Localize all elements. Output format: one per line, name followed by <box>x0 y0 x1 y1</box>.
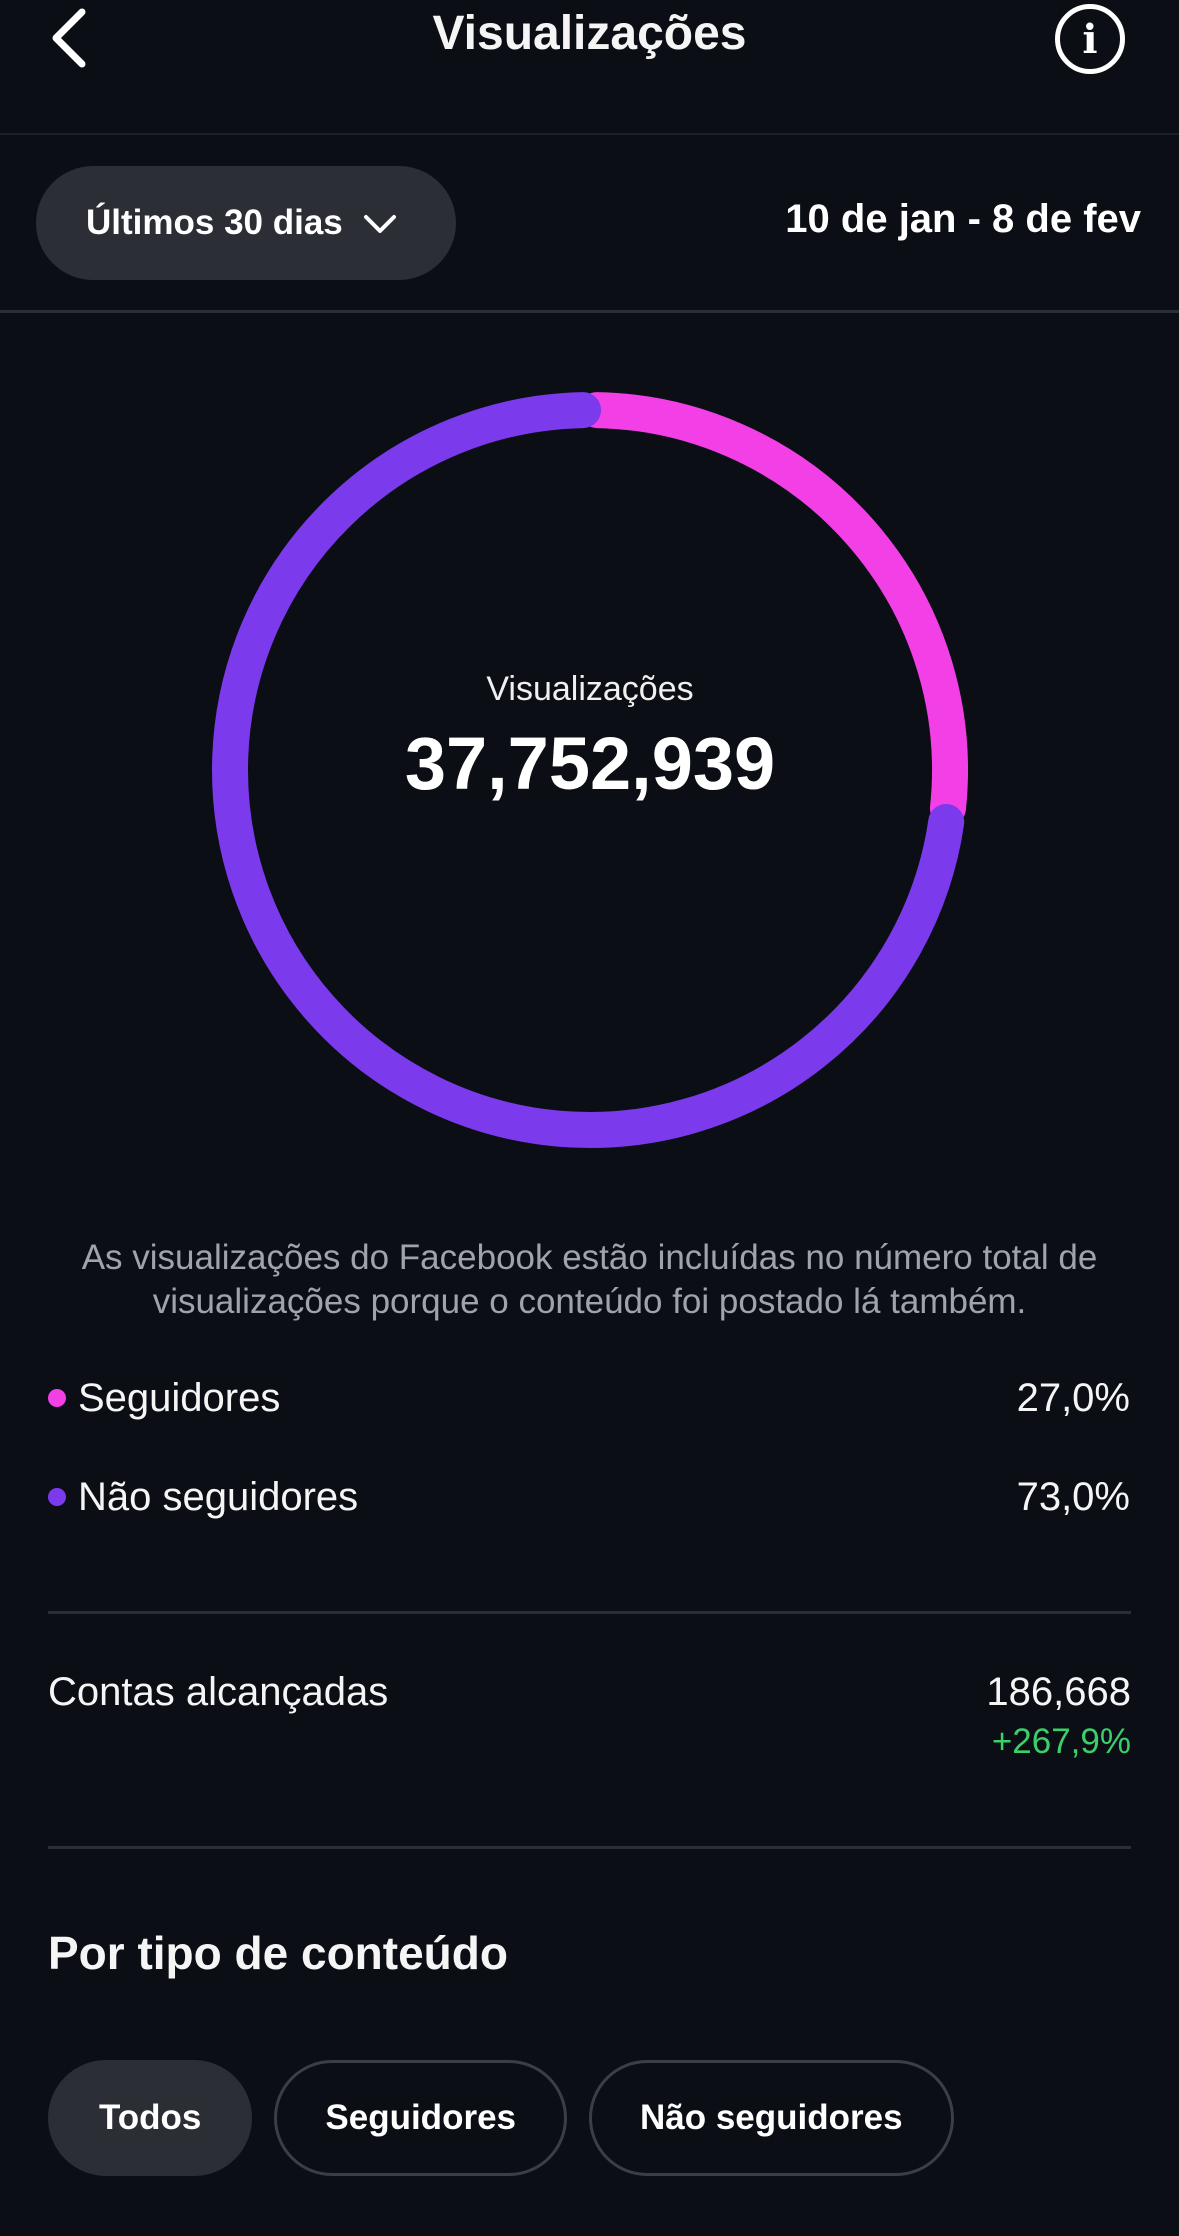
legend-row-non-followers: Não seguidores 73,0% <box>48 1467 1130 1527</box>
section-title: Por tipo de conteúdo <box>48 1927 508 1979</box>
chip-non-followers[interactable]: Não seguidores <box>589 2060 954 2176</box>
page-title: Visualizações <box>432 7 747 60</box>
period-dropdown[interactable]: Últimos 30 dias <box>36 166 456 280</box>
legend-value-non-followers: 73,0% <box>1016 1474 1130 1519</box>
donut-label: Visualizações <box>486 670 694 708</box>
views-donut-chart: Visualizações 37,752,939 <box>210 390 970 1150</box>
chip-followers[interactable]: Seguidores <box>274 2060 567 2176</box>
date-range: 10 de jan - 8 de fev <box>785 197 1141 241</box>
info-icon: i <box>1082 15 1098 63</box>
period-label: Últimos 30 dias <box>86 203 343 242</box>
info-button[interactable]: i <box>1055 4 1125 74</box>
legend-label-non-followers: Não seguidores <box>78 1474 359 1519</box>
donut-center: Visualizações 37,752,939 <box>210 670 970 806</box>
filter-row: Últimos 30 dias 10 de jan - 8 de fev <box>0 135 1179 313</box>
top-bar: Visualizações i <box>0 0 1179 135</box>
accounts-reached-label: Contas alcançadas <box>48 1670 389 1714</box>
legend-value-followers: 27,0% <box>1016 1375 1130 1420</box>
chip-all[interactable]: Todos <box>48 2060 253 2176</box>
chevron-down-icon <box>363 203 397 243</box>
divider <box>48 1846 1131 1849</box>
facebook-note: As visualizações do Facebook estão inclu… <box>81 1238 1098 1321</box>
accounts-reached-change: +267,9% <box>991 1722 1131 1761</box>
divider <box>48 1611 1131 1614</box>
legend-dot-non-followers <box>48 1488 66 1506</box>
content-type-chips: Todos Seguidores Não seguidores <box>48 2060 954 2176</box>
legend-dot-followers <box>48 1389 66 1407</box>
insights-screen: Visualizações i Últimos 30 dias 10 de ja… <box>0 0 1179 2236</box>
views-total: 37,752,939 <box>404 722 776 805</box>
legend-row-followers: Seguidores 27,0% <box>48 1368 1130 1428</box>
accounts-reached-value: 186,668 <box>986 1670 1131 1714</box>
legend-label-followers: Seguidores <box>78 1375 281 1420</box>
